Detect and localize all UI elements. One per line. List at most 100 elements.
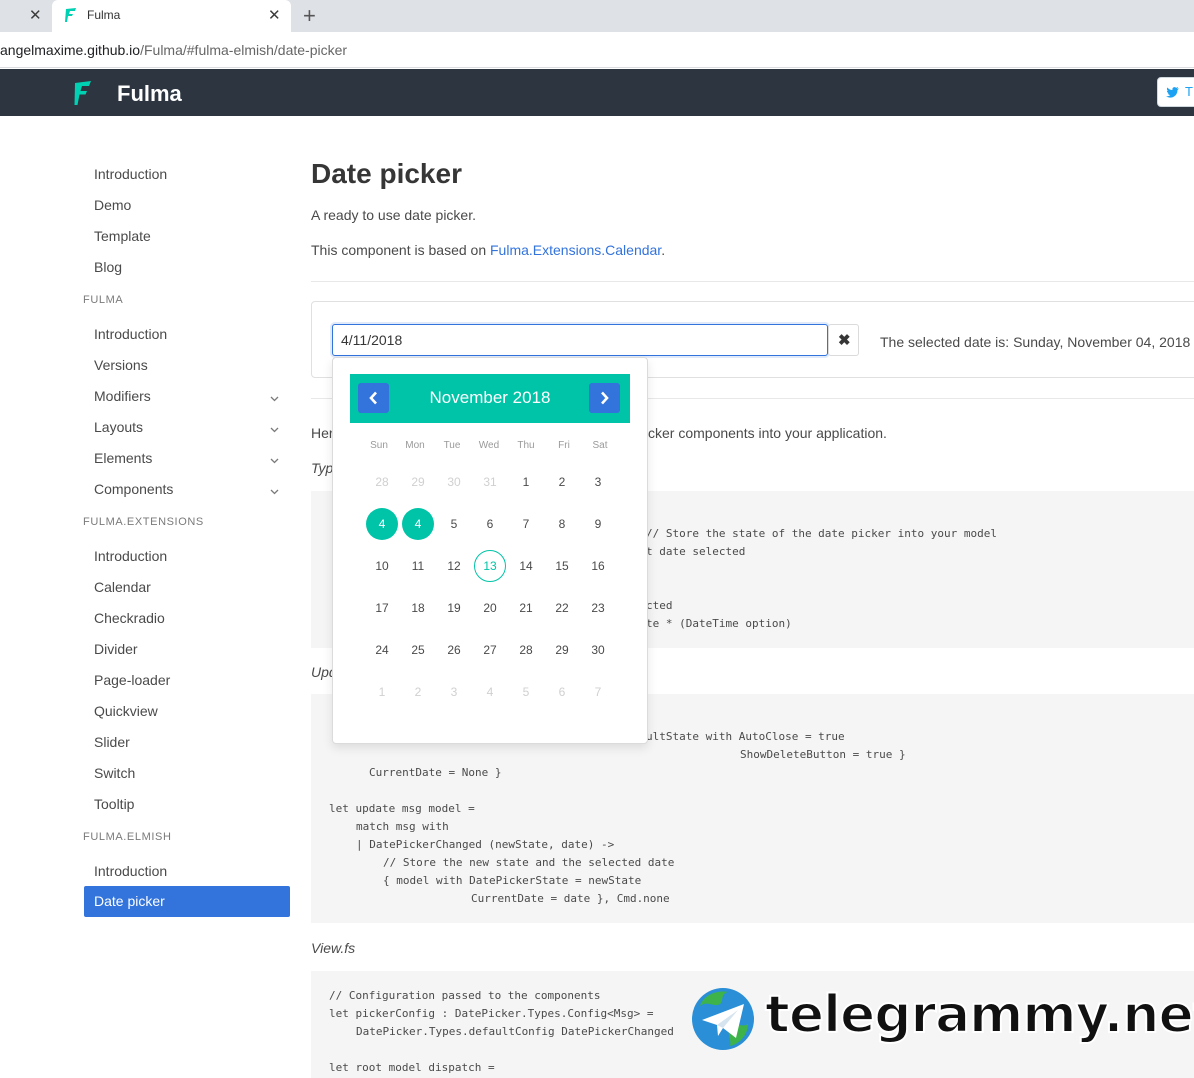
calendar-day[interactable]: 11 (402, 550, 434, 582)
calendar-day[interactable]: 10 (366, 550, 398, 582)
tweet-button-label: T (1185, 84, 1193, 99)
sidebar-item-elmish-introduction[interactable]: Introduction (94, 863, 167, 879)
weekday-label: Fri (558, 440, 570, 451)
calendar-day-other-month[interactable]: 7 (582, 676, 614, 708)
calendar-day[interactable]: 9 (582, 508, 614, 540)
code-line: let root model dispatch = (329, 1061, 495, 1074)
calendar-day[interactable]: 27 (474, 634, 506, 666)
code-line: ShowDeleteButton = true } (740, 748, 906, 761)
calendar-day-today[interactable]: 13 (474, 550, 506, 582)
code-line: // Store the state of the date picker in… (646, 527, 997, 540)
sidebar-item-quickview[interactable]: Quickview (94, 703, 158, 719)
code-line: DatePicker.Types.defaultConfig DatePicke… (356, 1025, 674, 1038)
sidebar-item-modifiers[interactable]: Modifiers (94, 388, 151, 404)
new-tab-icon[interactable]: + (303, 3, 316, 29)
calendar-day[interactable]: 25 (402, 634, 434, 666)
weekday-label: Tue (443, 440, 461, 451)
sidebar-item-versions[interactable]: Versions (94, 357, 148, 373)
chevron-right-icon (601, 391, 609, 405)
calendar-day-other-month[interactable]: 29 (402, 466, 434, 498)
sidebar-item-fulma-introduction[interactable]: Introduction (94, 326, 167, 342)
calendar-day-other-month[interactable]: 5 (510, 676, 542, 708)
sidebar-item-label: Date picker (94, 893, 165, 909)
browser-tab-active[interactable]: Fulma ✕ (52, 0, 291, 32)
fulma-logo-icon[interactable] (72, 79, 94, 107)
calendar-day-other-month[interactable]: 6 (546, 676, 578, 708)
sidebar-item-layouts[interactable]: Layouts (94, 419, 143, 435)
calendar-day[interactable]: 28 (510, 634, 542, 666)
calendar-day[interactable]: 26 (438, 634, 470, 666)
calendar-day[interactable]: 5 (438, 508, 470, 540)
sidebar-item-calendar[interactable]: Calendar (94, 579, 151, 595)
calendar-extension-link[interactable]: Fulma.Extensions.Calendar (490, 242, 661, 258)
sidebar-item-divider[interactable]: Divider (94, 641, 138, 657)
calendar-day[interactable]: 2 (546, 466, 578, 498)
code-line: CurrentDate = None } (369, 766, 502, 779)
calendar-day[interactable]: 15 (546, 550, 578, 582)
calendar-day[interactable]: 22 (546, 592, 578, 624)
calendar-day-other-month[interactable]: 28 (366, 466, 398, 498)
calendar-day[interactable]: 18 (402, 592, 434, 624)
view-file-label: View.fs (311, 940, 356, 956)
chevron-down-icon[interactable] (270, 487, 279, 496)
sidebar-section-label-fulma: FULMA (83, 294, 124, 306)
calendar-day[interactable]: 30 (582, 634, 614, 666)
calendar-day[interactable]: 17 (366, 592, 398, 624)
calendar-day[interactable]: 21 (510, 592, 542, 624)
next-month-button[interactable] (589, 383, 620, 413)
sidebar-item-demo[interactable]: Demo (94, 197, 131, 213)
calendar-day-selected[interactable]: 4 (366, 508, 398, 540)
calendar-day[interactable]: 7 (510, 508, 542, 540)
sidebar-item-page-loader[interactable]: Page-loader (94, 672, 170, 688)
sidebar-item-switch[interactable]: Switch (94, 765, 135, 781)
url-text[interactable]: angelmaxime.github.io/Fulma/#fulma-elmis… (0, 42, 347, 58)
browser-tab-previous[interactable]: ✕ (0, 0, 50, 32)
sidebar-item-tooltip[interactable]: Tooltip (94, 796, 134, 812)
watermark-text: telegrammy.net (764, 984, 1194, 1046)
close-icon[interactable]: ✕ (268, 6, 281, 24)
calendar-day[interactable]: 24 (366, 634, 398, 666)
close-icon[interactable]: ✕ (29, 6, 42, 24)
sidebar-item-extensions-introduction[interactable]: Introduction (94, 548, 167, 564)
clear-date-button[interactable]: ✖ (828, 324, 859, 356)
intro-text-end: cker components into your application. (648, 425, 887, 441)
calendar-day[interactable]: 6 (474, 508, 506, 540)
calendar-day[interactable]: 14 (510, 550, 542, 582)
sidebar-item-slider[interactable]: Slider (94, 734, 130, 750)
sidebar-item-date-picker[interactable]: Date picker (84, 886, 290, 917)
calendar-day-other-month[interactable]: 30 (438, 466, 470, 498)
sidebar-item-introduction[interactable]: Introduction (94, 166, 167, 182)
calendar-day[interactable]: 23 (582, 592, 614, 624)
calendar-day-other-month[interactable]: 2 (402, 676, 434, 708)
brand-name[interactable]: Fulma (117, 81, 182, 107)
calendar-day[interactable]: 8 (546, 508, 578, 540)
calendar-day-other-month[interactable]: 4 (474, 676, 506, 708)
calendar-day-selected[interactable]: 4 (402, 508, 434, 540)
calendar-day[interactable]: 29 (546, 634, 578, 666)
calendar-day[interactable]: 12 (438, 550, 470, 582)
calendar-day[interactable]: 1 (510, 466, 542, 498)
chevron-down-icon[interactable] (270, 425, 279, 434)
calendar-day[interactable]: 16 (582, 550, 614, 582)
chevron-down-icon[interactable] (270, 394, 279, 403)
sidebar-item-checkradio[interactable]: Checkradio (94, 610, 165, 626)
address-bar[interactable]: angelmaxime.github.io/Fulma/#fulma-elmis… (0, 32, 1194, 68)
code-line: let update msg model = (329, 802, 475, 815)
sidebar-item-blog[interactable]: Blog (94, 259, 122, 275)
sidebar-item-template[interactable]: Template (94, 228, 151, 244)
date-picker-input[interactable] (332, 324, 828, 356)
calendar-day-other-month[interactable]: 1 (366, 676, 398, 708)
code-line: let pickerConfig : DatePicker.Types.Conf… (329, 1007, 654, 1020)
tweet-button[interactable]: T (1157, 77, 1194, 107)
sidebar-item-components[interactable]: Components (94, 481, 173, 497)
calendar-day-other-month[interactable]: 3 (438, 676, 470, 708)
calendar-day-other-month[interactable]: 31 (474, 466, 506, 498)
calendar-day[interactable]: 19 (438, 592, 470, 624)
calendar-day[interactable]: 20 (474, 592, 506, 624)
browser-tab-strip: ✕ Fulma ✕ + (0, 0, 1194, 32)
weekday-label: Thu (517, 440, 535, 451)
calendar-day[interactable]: 3 (582, 466, 614, 498)
sidebar-item-elements[interactable]: Elements (94, 450, 152, 466)
chevron-down-icon[interactable] (270, 456, 279, 465)
close-icon: ✖ (838, 332, 851, 349)
